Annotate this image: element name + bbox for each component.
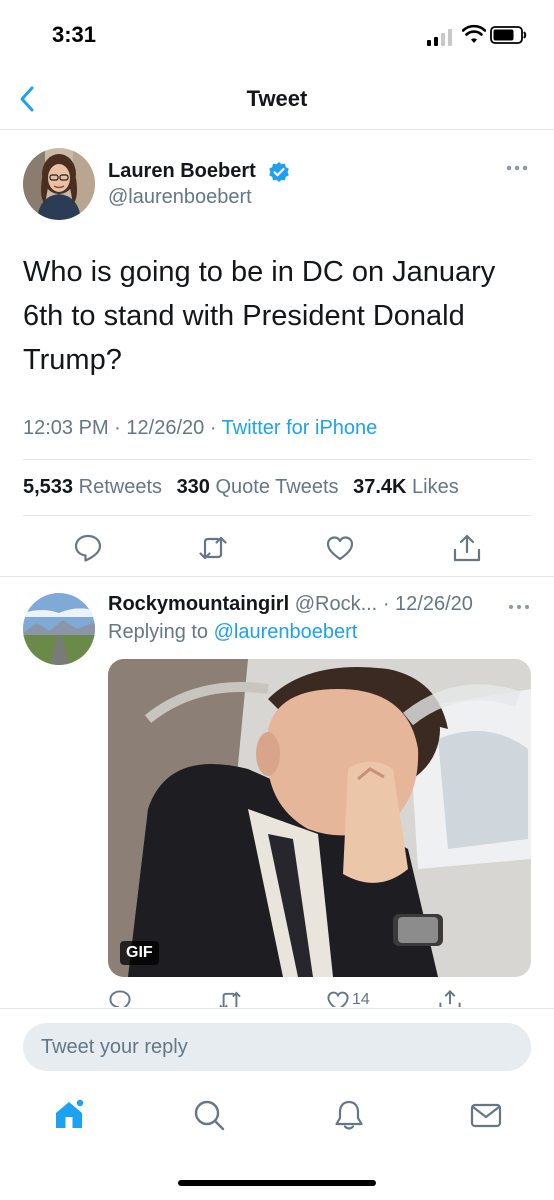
tweet-time: 12:03 PM bbox=[23, 417, 109, 439]
home-icon[interactable] bbox=[52, 1098, 86, 1132]
share-icon[interactable] bbox=[438, 989, 462, 1007]
reply-icon[interactable] bbox=[108, 989, 132, 1007]
tweet-date: 12/26/20 bbox=[126, 417, 205, 439]
avatar[interactable] bbox=[23, 148, 95, 220]
author-handle[interactable]: @laurenboebert bbox=[108, 186, 252, 209]
replying-to-mention[interactable]: @laurenboebert bbox=[214, 621, 358, 643]
gif-media[interactable]: GIF bbox=[108, 659, 531, 977]
wifi-icon bbox=[462, 24, 486, 43]
page-title: Tweet bbox=[246, 86, 308, 111]
meta-separator: · bbox=[209, 417, 222, 439]
retweet-icon[interactable] bbox=[198, 533, 228, 563]
heart-icon[interactable] bbox=[326, 989, 350, 1007]
divider bbox=[23, 459, 531, 460]
home-indicator[interactable] bbox=[178, 1180, 376, 1186]
quote-tweets-stat[interactable]: 330 Quote Tweets bbox=[177, 476, 339, 498]
retweets-label: Retweets bbox=[78, 476, 162, 498]
verified-badge-icon bbox=[269, 162, 289, 182]
reply-date: 12/26/20 bbox=[395, 593, 473, 615]
replying-to: Replying to @laurenboebert bbox=[108, 621, 357, 644]
reply-actions: 14 bbox=[0, 985, 554, 1007]
reply-author-name[interactable]: Rockymountaingirl bbox=[108, 593, 289, 615]
quote-tweets-count: 330 bbox=[176, 476, 210, 498]
reply-tweet[interactable]: Rockymountaingirl @Rock... · 12/26/20 Re… bbox=[0, 577, 554, 1007]
bottom-tab-bar bbox=[0, 1088, 554, 1148]
gif-badge: GIF bbox=[120, 941, 159, 965]
more-horizontal-icon[interactable] bbox=[505, 162, 529, 174]
search-icon[interactable] bbox=[192, 1098, 226, 1132]
heart-icon[interactable] bbox=[325, 533, 355, 563]
status-bar: 3:31 bbox=[0, 0, 554, 70]
meta-separator: · bbox=[114, 417, 127, 439]
nav-header: Tweet bbox=[0, 70, 554, 130]
divider bbox=[23, 515, 531, 516]
likes-stat[interactable]: 37.4K Likes bbox=[353, 476, 459, 498]
mail-icon[interactable] bbox=[469, 1098, 503, 1132]
status-time: 3:31 bbox=[52, 22, 97, 47]
avatar[interactable] bbox=[23, 593, 95, 665]
battery-icon bbox=[490, 26, 527, 44]
retweets-count: 5,533 bbox=[23, 476, 74, 498]
replying-to-label: Replying to bbox=[108, 621, 209, 643]
retweet-icon[interactable] bbox=[218, 989, 242, 1007]
gif-image bbox=[108, 659, 531, 977]
retweets-stat[interactable]: 5,533 Retweets bbox=[23, 476, 162, 498]
likes-count: 37.4K bbox=[353, 476, 407, 498]
quote-tweets-label: Quote Tweets bbox=[215, 476, 339, 498]
bell-icon[interactable] bbox=[332, 1098, 366, 1132]
share-icon[interactable] bbox=[452, 533, 482, 563]
tweet-text: Who is going to be in DC on January 6th … bbox=[23, 256, 496, 376]
engagement-stats: 5,533 Retweets 330 Quote Tweets 37.4K Li… bbox=[23, 476, 468, 499]
author-name[interactable]: Lauren Boebert bbox=[108, 160, 256, 183]
more-horizontal-icon[interactable] bbox=[508, 602, 530, 612]
reply-icon[interactable] bbox=[73, 533, 103, 563]
reply-date-separator: · bbox=[382, 593, 396, 615]
reply-header: Rockymountaingirl @Rock... · 12/26/20 bbox=[108, 593, 473, 616]
cellular-signal-icon bbox=[427, 28, 455, 46]
tweet-meta: 12:03 PM · 12/26/20 · Twitter for iPhone bbox=[23, 417, 377, 440]
reply-like-count: 14 bbox=[352, 991, 370, 1007]
tweet-source-link[interactable]: Twitter for iPhone bbox=[222, 417, 378, 439]
reply-author-handle[interactable]: @Rock... bbox=[295, 593, 378, 615]
reply-compose-bar bbox=[0, 1008, 554, 1088]
reply-input[interactable] bbox=[23, 1023, 531, 1071]
likes-label: Likes bbox=[412, 476, 459, 498]
